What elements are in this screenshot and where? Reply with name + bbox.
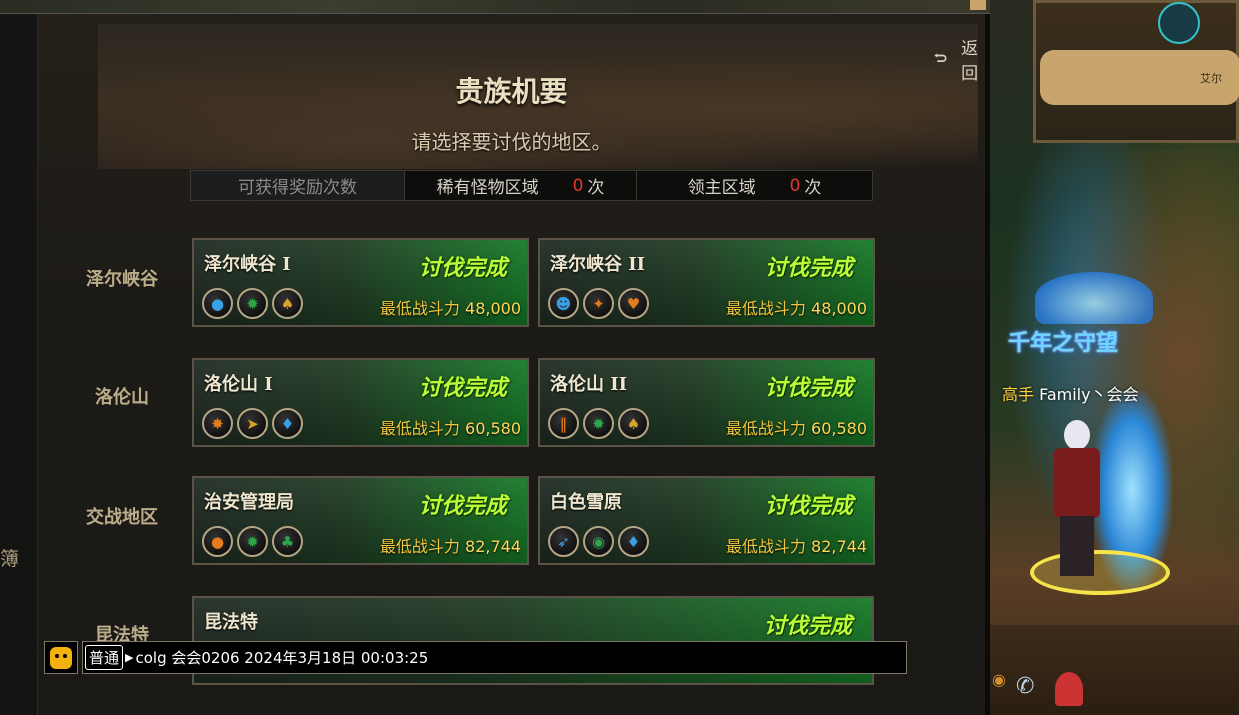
clear-status: 讨伐完成 xyxy=(418,375,507,401)
monster-badges: ➶ ◉ ♦ xyxy=(548,526,649,557)
guild-title: 千年之守望 xyxy=(1008,330,1119,356)
dungeon-card[interactable]: 泽尔峡谷 II 讨伐完成 ☻ ✦ ♥ 最低战斗力 48,000 xyxy=(538,238,875,327)
character-body xyxy=(1054,448,1100,518)
character-legs xyxy=(1060,516,1094,576)
gold-boot-icon: ➤ xyxy=(237,408,268,439)
player-prefix: 高手 xyxy=(1002,385,1035,404)
scene-floor xyxy=(990,625,1239,715)
blue-diamond-icon: ♦ xyxy=(618,526,649,557)
min-power: 最低战斗力 48,000 xyxy=(379,299,521,318)
minimap-player-avatar xyxy=(1158,2,1200,44)
item-icon[interactable]: ◉ xyxy=(992,670,1006,689)
monster-badges: ● ✹ ♣ xyxy=(202,526,303,557)
dungeon-name: 洛伦山 I xyxy=(204,374,273,395)
orange-claw-icon: ‖ xyxy=(548,408,579,439)
clear-status: 讨伐完成 xyxy=(418,255,507,281)
lord-area-label: 领主区域 xyxy=(687,178,756,198)
region-label-zeal: 泽尔峡谷 xyxy=(86,269,158,290)
rare-area-label: 稀有怪物区域 xyxy=(436,178,539,198)
min-power: 最低战斗力 82,744 xyxy=(725,537,867,556)
dungeon-card[interactable]: 洛伦山 I 讨伐完成 ✸ ➤ ♦ 最低战斗力 60,580 xyxy=(192,358,529,447)
back-label: 返回 xyxy=(961,39,979,84)
npc-icon[interactable] xyxy=(1055,672,1083,706)
orange-star-icon: ✸ xyxy=(202,408,233,439)
player-name: Family丶会会 xyxy=(1039,385,1139,404)
region-label-battlefield: 交战地区 xyxy=(86,507,158,528)
green-star-icon: ✹ xyxy=(237,526,268,557)
chat-channel-tag[interactable]: 普通 xyxy=(85,645,124,670)
clear-status: 讨伐完成 xyxy=(764,375,853,401)
rare-area-count: 0 xyxy=(572,175,584,196)
chat-emoji-button[interactable] xyxy=(44,641,78,674)
guild-emblem xyxy=(1035,272,1153,324)
dungeon-card[interactable]: 白色雪原 讨伐完成 ➶ ◉ ♦ 最低战斗力 82,744 xyxy=(538,476,875,565)
min-power: 最低战斗力 60,580 xyxy=(379,419,521,438)
blue-wolf-icon: ➶ xyxy=(548,526,579,557)
top-strip xyxy=(0,0,990,14)
orange-feather-icon: ✦ xyxy=(583,288,614,319)
green-star-icon: ✹ xyxy=(237,288,268,319)
dungeon-name: 泽尔峡谷 I xyxy=(204,254,291,275)
clear-status: 讨伐完成 xyxy=(763,613,852,639)
gold-spade-icon: ♠ xyxy=(272,288,303,319)
page-title: 贵族机要 xyxy=(455,75,568,108)
character-head xyxy=(1064,420,1090,450)
lord-area-count: 0 xyxy=(789,175,801,196)
monster-badges: ✸ ➤ ♦ xyxy=(202,408,303,439)
reward-count-bar: 可获得奖励次数 稀有怪物区域 0 次 领主区域 0 次 xyxy=(190,170,873,201)
monster-badges: ● ✹ ♠ xyxy=(202,288,303,319)
player-name-tag[interactable]: 高手 Family丶会会 xyxy=(1002,381,1139,405)
rare-area-cell: 稀有怪物区域 0 次 xyxy=(405,171,637,200)
dungeon-name: 泽尔峡谷 II xyxy=(550,254,646,275)
page-subtitle: 请选择要讨伐的地区。 xyxy=(411,130,612,154)
dungeon-name: 治安管理局 xyxy=(204,492,294,513)
smiley-icon xyxy=(50,646,72,669)
dungeon-name: 洛伦山 II xyxy=(550,374,628,395)
minimap-label: 艾尔 xyxy=(1200,72,1222,85)
clear-status: 讨伐完成 xyxy=(764,493,853,519)
clear-status: 讨伐完成 xyxy=(764,255,853,281)
blue-face-icon: ☻ xyxy=(548,288,579,319)
left-column: 簿 xyxy=(0,14,38,715)
green-eye-icon: ◉ xyxy=(583,526,614,557)
dungeon-card[interactable]: 洛伦山 II 讨伐完成 ‖ ✹ ♠ 最低战斗力 60,580 xyxy=(538,358,875,447)
blue-person-icon: ● xyxy=(202,288,233,319)
green-club-icon: ♣ xyxy=(272,526,303,557)
dungeon-card[interactable]: 泽尔峡谷 I 讨伐完成 ● ✹ ♠ 最低战斗力 48,000 xyxy=(192,238,529,327)
left-edge-text: 簿 xyxy=(0,548,20,570)
player-character[interactable] xyxy=(1048,420,1104,585)
dungeon-name: 昆法特 xyxy=(204,612,258,633)
orange-person-icon: ● xyxy=(202,526,233,557)
lord-area-unit: 次 xyxy=(804,178,822,198)
clear-status: 讨伐完成 xyxy=(418,493,507,519)
blue-diamond-icon: ♦ xyxy=(272,408,303,439)
min-power: 最低战斗力 82,744 xyxy=(379,537,521,556)
green-star-icon: ✹ xyxy=(583,408,614,439)
book-icon[interactable] xyxy=(970,0,986,10)
chat-input-bar[interactable]: 普通 ▶ colg 会会0206 2024年3月18日 00:03:25 xyxy=(82,641,907,674)
rare-area-unit: 次 xyxy=(587,178,605,198)
back-button[interactable]: 返回 xyxy=(933,34,985,84)
region-label-lorien: 洛伦山 xyxy=(95,387,149,408)
reward-label: 可获得奖励次数 xyxy=(191,171,405,200)
phone-icon[interactable]: ✆ xyxy=(1016,674,1034,699)
orange-heart-icon: ♥ xyxy=(618,288,649,319)
monster-badges: ☻ ✦ ♥ xyxy=(548,288,649,319)
min-power: 最低战斗力 48,000 xyxy=(725,299,867,318)
gold-spade-icon: ♠ xyxy=(618,408,649,439)
lord-area-cell: 领主区域 0 次 xyxy=(637,171,872,200)
monster-badges: ‖ ✹ ♠ xyxy=(548,408,649,439)
chat-arrow-icon: ▶ xyxy=(125,651,134,664)
return-icon xyxy=(934,53,947,62)
chat-message: colg 会会0206 2024年3月18日 00:03:25 xyxy=(135,649,429,667)
min-power: 最低战斗力 60,580 xyxy=(725,419,867,438)
dungeon-name: 白色雪原 xyxy=(550,492,622,513)
dungeon-card[interactable]: 治安管理局 讨伐完成 ● ✹ ♣ 最低战斗力 82,744 xyxy=(192,476,529,565)
